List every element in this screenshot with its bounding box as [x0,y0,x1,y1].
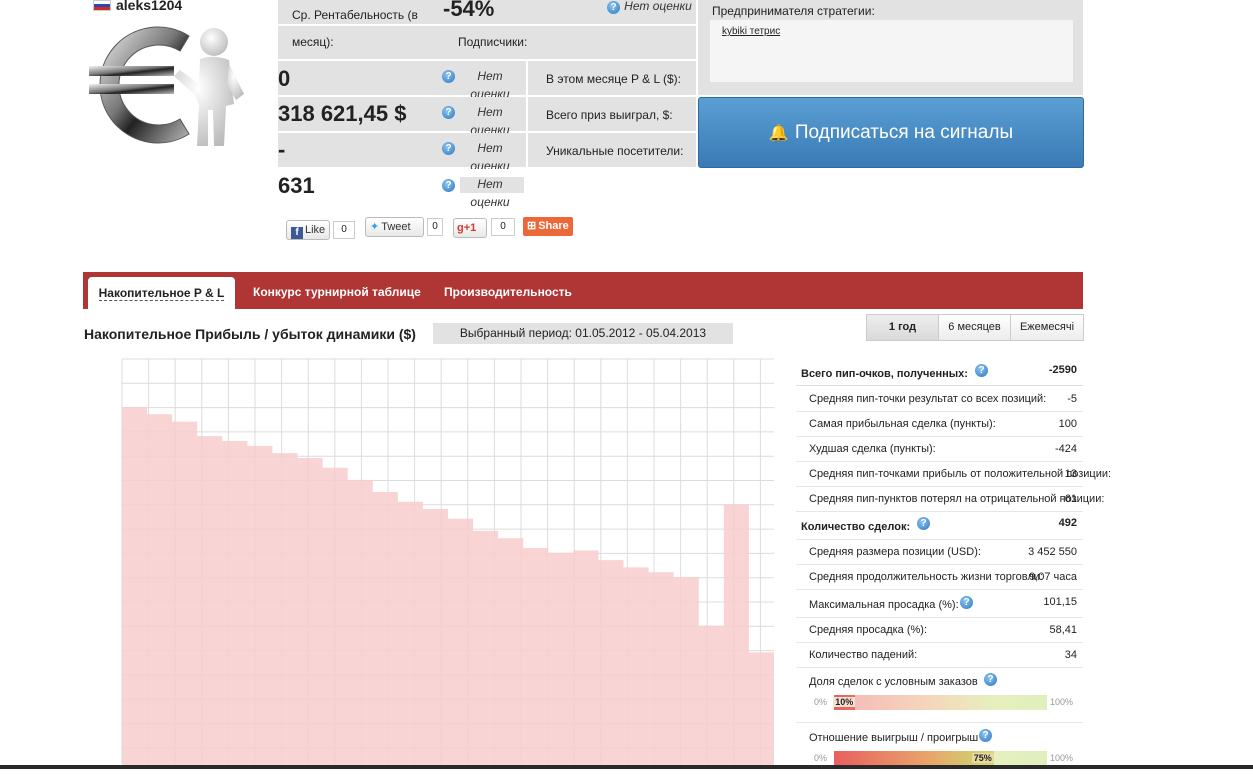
rating-na: Нет оценки [624,0,692,13]
count-value: 631 [278,173,315,198]
gplus-label: +1 [463,222,477,234]
stat-value: -5 [1067,393,1077,405]
twitter-icon: ✦ [370,221,380,233]
tab-cumulative-pl[interactable]: Накопительное P & L [88,277,235,309]
gplus-count: 0 [491,218,515,236]
facebook-like-button[interactable]: f Like [286,220,330,240]
subscribe-label: Подписаться на сигналы [794,122,1014,143]
tab-performance[interactable]: Производительность [444,272,572,309]
stat-value: 100 [1058,418,1077,430]
stat-label: Средняя просадка (%): [809,624,928,636]
stat-value: 13 [1064,468,1077,480]
unique-visitors-label: Уникальные посетители: [546,144,684,158]
selected-period: Выбранный период: 01.05.2012 - 05.04.201… [433,323,733,344]
tweet-button[interactable]: ✦ Tweet [365,217,424,237]
conditional-orders-label: Доля сделок с условным заказов [809,676,978,688]
chart-svg [121,358,774,769]
chart-title: Накопительное Прибыль / убыток динамики … [84,326,416,342]
share-button[interactable]: ⊞ Share [523,217,573,236]
help-icon[interactable]: ? [917,517,930,530]
range-tab-1-year[interactable]: 1 год [866,314,939,341]
help-icon[interactable]: ? [960,596,973,609]
help-icon[interactable]: ? [979,729,992,742]
avg-return-label: Ср. Рентабельность (в [292,8,418,22]
stat-label: Средняя пип-точки результат со всех пози… [809,393,1047,405]
total-prize-value: 318 621,45 $ [278,101,407,126]
share-label: Share [538,220,569,232]
avatar [84,14,260,164]
stat-label: Количество падений: [809,649,918,661]
conditional-orders-value: 10% [833,697,856,707]
strategy-panel: Предпринимателя стратегии: kybiki тетрис [698,0,1083,95]
window-bottom-edge [0,765,1253,769]
like-label: Like [305,224,326,236]
win-loss-label: Отношение выигрыш / проигрыш [809,732,979,744]
russia-flag-icon [93,0,111,11]
bar-max: 100% [1050,697,1074,707]
help-icon[interactable]: ? [442,70,455,83]
bar-max: 100% [1050,753,1074,763]
help-icon[interactable]: ? [975,364,988,377]
tab-bar: Накопительное P & L Конкурс турнирной та… [83,272,1083,309]
bar-min: 0% [814,697,828,707]
stat-value: -61 [1061,493,1077,505]
help-icon[interactable]: ? [984,673,997,686]
avg-return-value: -54% [443,0,495,21]
conditional-orders-bar-remaining [855,695,1047,710]
google-plus-button[interactable]: g+1 [453,218,487,238]
stat-label: Средняя продолжительность жизни торговли… [809,571,1043,583]
win-loss-bar-remaining [993,751,1047,766]
total-pips-value: -2590 [1048,364,1077,376]
subscribers-label: Подписчики: [458,35,528,49]
stat-label: Средняя размера позиции (USD): [809,546,981,558]
tweet-label: Tweet [381,221,411,233]
stat-value: 34 [1064,649,1077,661]
stat-value: 9,07 часа [1029,571,1077,583]
tweet-count: 0 [427,218,443,236]
total-prize-label: Всего приз выиграл, $: [546,108,673,122]
facebook-icon: f [291,227,303,239]
unique-visitors-value: - [278,137,286,162]
stat-value: 3 452 550 [1028,546,1077,558]
tab-label: Накопительное P & L [98,286,225,301]
rating-na: Нет оценки [470,177,510,209]
tab-leaderboard[interactable]: Конкурс турнирной таблице [253,272,421,309]
avg-return-label-cont: месяц): [292,35,334,49]
stat-label: Худшая сделка (пункты): [809,443,936,455]
this-month-label: В этом месяце P & L ($): [546,72,682,86]
pl-area-series [122,407,774,769]
bell-icon: 🔔 [768,125,789,142]
cumulative-pl-chart [84,353,774,769]
trade-count-value: 492 [1058,517,1077,529]
strategy-link[interactable]: kybiki тетрис [722,26,780,37]
help-icon[interactable]: ? [442,106,455,119]
share-plus-icon: ⊞ [527,220,537,232]
like-count: 0 [333,221,355,239]
google-plus-icon: g [457,222,464,234]
this-month-value: 0 [278,66,291,91]
bar-min: 0% [814,753,828,763]
stat-value: 58,41 [1049,624,1077,636]
trade-count-label: Количество сделок: [801,521,911,533]
username[interactable]: aleks1204 [116,0,182,13]
stat-value: -424 [1054,443,1077,455]
range-tab-monthly[interactable]: Ежемесячі [1010,314,1084,341]
total-pips-label: Всего пип-очков, полученных: [801,368,968,380]
stat-label: Максимальная просадка (%): [809,599,959,611]
help-icon[interactable]: ? [607,1,620,14]
range-tab-6-months[interactable]: 6 месяцев [938,314,1011,341]
stat-value: 101,15 [1043,596,1077,608]
win-loss-value: 75% [971,753,994,763]
help-icon[interactable]: ? [442,179,455,192]
subscribe-signals-button[interactable]: 🔔 Подписаться на сигналы [698,97,1084,168]
strategy-label: Предпринимателя стратегии: [712,4,875,18]
stat-label: Средняя пип-пунктов потерял на отрицател… [809,493,1105,505]
stat-label: Самая прибыльная сделка (пункты): [809,418,996,430]
help-icon[interactable]: ? [442,142,455,155]
